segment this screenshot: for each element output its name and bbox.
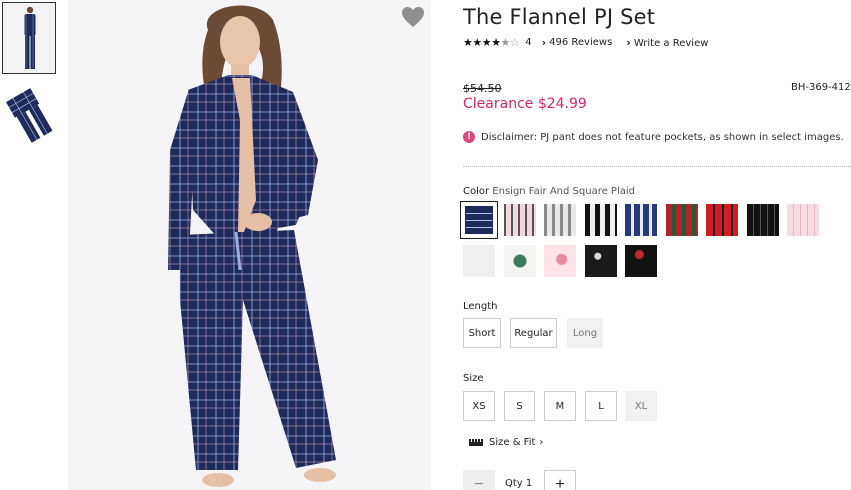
thumbnail-flatlay-image: [6, 88, 53, 143]
model-illustration: [168, 5, 336, 487]
thumbnail-model-image: [24, 6, 36, 69]
quantity-decrease-button[interactable]: −: [463, 470, 495, 490]
length-option-short[interactable]: Short: [463, 318, 501, 348]
product-main-image: [68, 0, 431, 490]
thumbnail-1[interactable]: [2, 2, 56, 74]
write-review-link[interactable]: › Write a Review: [626, 36, 708, 49]
size-label: Size: [463, 373, 484, 384]
filled-stars: ★★★★: [463, 36, 501, 49]
product-title: The Flannel PJ Set: [463, 5, 656, 29]
color-swatch-2[interactable]: [504, 204, 536, 236]
star-rating: ★★★★★☆: [463, 36, 520, 49]
alert-icon: !: [463, 131, 475, 143]
size-option-m[interactable]: M: [544, 391, 576, 421]
disclaimer: ! Disclaimer: PJ pant does not feature p…: [463, 131, 844, 143]
color-swatch-7[interactable]: [706, 204, 738, 236]
rating-value: 4: [525, 37, 532, 48]
color-swatch-10[interactable]: [463, 245, 495, 277]
size-option-xs[interactable]: XS: [463, 391, 495, 421]
reviews-link[interactable]: 496 Reviews: [549, 37, 612, 48]
color-swatch-14[interactable]: [625, 245, 657, 277]
thumbnail-2[interactable]: [2, 82, 56, 154]
color-swatch-12[interactable]: [544, 245, 576, 277]
color-swatch-11[interactable]: [504, 245, 536, 277]
color-swatch-6[interactable]: [666, 204, 698, 236]
heart-icon[interactable]: [401, 6, 425, 28]
length-option-long[interactable]: Long: [567, 318, 603, 348]
disclaimer-text: Disclaimer: PJ pant does not feature poc…: [481, 131, 844, 143]
color-swatch-9[interactable]: [787, 204, 819, 236]
clearance-price: Clearance $24.99: [463, 96, 587, 112]
color-swatch-5[interactable]: [625, 204, 657, 236]
chevron-right-icon: ›: [539, 437, 544, 448]
quantity-label: Qty 1: [505, 478, 533, 489]
size-option-s[interactable]: S: [504, 391, 535, 421]
color-swatch-1[interactable]: [460, 201, 498, 239]
color-swatch-13[interactable]: [585, 245, 617, 277]
original-price: $54.50: [463, 82, 502, 95]
selected-color-name: Ensign Fair And Square Plaid: [492, 186, 635, 197]
empty-star-icon: ☆: [509, 36, 520, 49]
quantity-increase-button[interactable]: +: [544, 470, 576, 490]
divider: [463, 166, 851, 167]
chevron-right-icon: ›: [626, 36, 631, 49]
chevron-right-icon: ›: [541, 36, 547, 49]
color-swatch-8[interactable]: [747, 204, 779, 236]
color-label-text: Color: [463, 186, 490, 197]
color-swatch-4[interactable]: [585, 204, 617, 236]
ruler-icon: [469, 439, 483, 446]
color-swatch-3[interactable]: [544, 204, 576, 236]
write-review-label: Write a Review: [633, 38, 709, 49]
product-sku: BH-369-412: [791, 82, 851, 93]
size-option-xl[interactable]: XL: [625, 391, 657, 421]
half-star-icon: ★: [500, 36, 510, 49]
size-fit-link[interactable]: Size & Fit ›: [469, 437, 543, 448]
length-label: Length: [463, 301, 498, 312]
size-option-l[interactable]: L: [585, 391, 617, 421]
length-option-regular[interactable]: Regular: [510, 318, 557, 348]
size-fit-label: Size & Fit: [489, 437, 536, 448]
rating-row: ★★★★★☆ 4 › 496 Reviews › Write a Review: [463, 36, 708, 49]
color-label: Color Ensign Fair And Square Plaid: [463, 186, 635, 197]
